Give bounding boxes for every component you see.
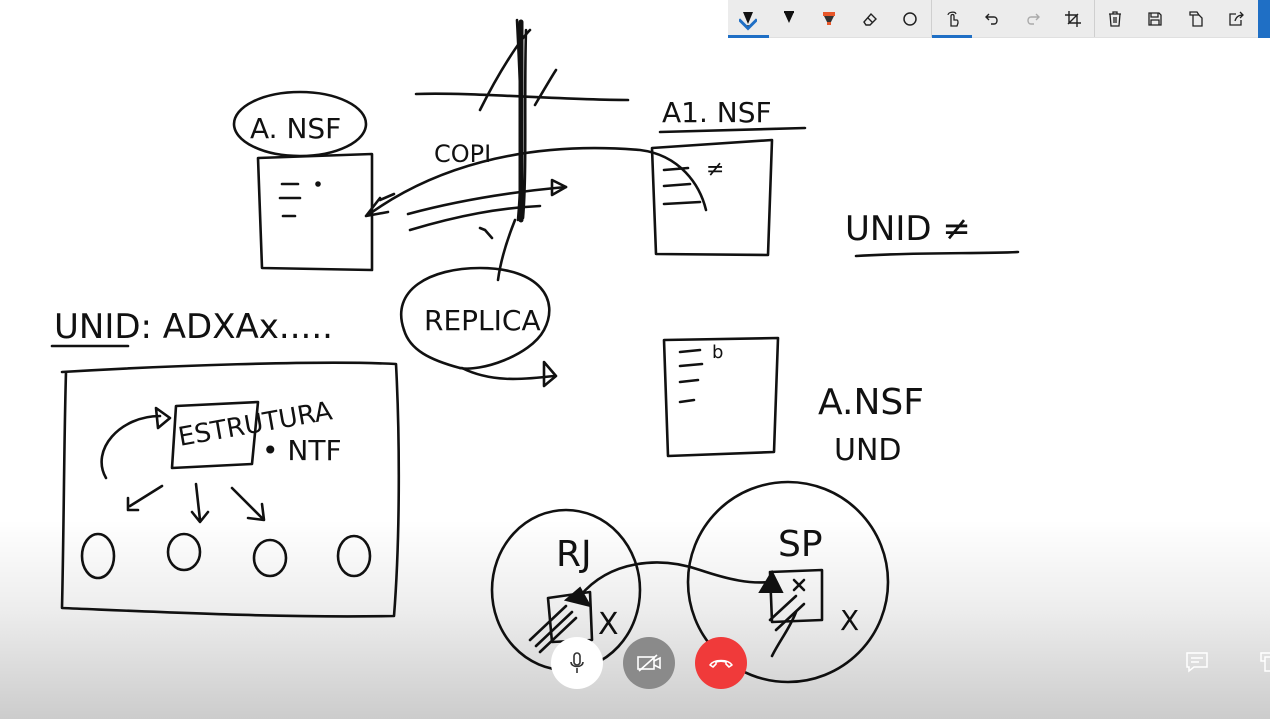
redo-icon (1027, 13, 1040, 25)
save-icon (1148, 12, 1162, 26)
copy-arrowhead-left (364, 196, 390, 218)
lasso-select-icon (903, 12, 917, 26)
rj-label: RJ (556, 534, 592, 575)
share-button[interactable] (1216, 0, 1257, 38)
copy-button[interactable] (1176, 0, 1217, 38)
doc-box-top-left (256, 152, 374, 272)
sp-label: SP (778, 524, 823, 565)
end-call-icon (709, 659, 733, 668)
a-nsf-top-label: A. NSF (250, 112, 341, 145)
unid-neq-underline (854, 250, 1020, 258)
und-label: UND (834, 433, 902, 468)
sp-x-mark: X (840, 604, 859, 637)
copy-icon (1189, 11, 1203, 27)
doc-middle-group: b (662, 336, 780, 458)
copi-label: COPI (434, 140, 491, 168)
arrow-down-right (230, 486, 266, 522)
loop-arrow (100, 414, 162, 480)
a-nsf-top-group: A. NSF (232, 90, 374, 272)
doc-b-mark: b (712, 342, 723, 363)
ballpoint-pen-button[interactable] (728, 0, 769, 38)
end-call-button[interactable] (695, 637, 747, 689)
toolbar-accent-bar (1258, 0, 1270, 38)
a1-nsf-label: A1. NSF (662, 96, 772, 129)
undo-icon (985, 13, 998, 25)
microphone-icon (570, 652, 584, 673)
ntf-label: • NTF (262, 434, 342, 467)
chat-icon (1186, 652, 1208, 673)
highlighter-button[interactable] (809, 0, 850, 38)
rj-x-mark: X (598, 607, 619, 642)
doc-lines (278, 182, 302, 218)
a-nsf-bottom-group: A.NSF UND (818, 382, 924, 468)
highlighter-icon (823, 12, 836, 25)
replica-group: REPLICA (399, 266, 558, 388)
lasso-select-button[interactable] (890, 0, 931, 38)
crop-icon (1065, 11, 1082, 27)
ink-toolbar (728, 0, 1270, 38)
delete-icon (1108, 11, 1121, 27)
rj-sp-connection (578, 561, 772, 598)
redo-button[interactable] (1013, 0, 1054, 38)
replica-label: REPLICA (424, 304, 541, 337)
chat-button[interactable] (1184, 650, 1210, 674)
whiteboard-screen: A. NSF COPI A1. NSF ≠ UNID ≠ REPLICA UNI… (0, 0, 1270, 719)
chevron-down-icon (739, 18, 758, 31)
arrow-down-left (126, 484, 164, 512)
eraser-button[interactable] (850, 0, 891, 38)
eraser-icon (862, 12, 877, 26)
structure-box-group: ESTRUTURA • NTF (60, 361, 401, 618)
crop-button[interactable] (1053, 0, 1094, 38)
camera-toggle-button[interactable] (623, 637, 675, 689)
unid-adx-group: UNID: ADXAx..... (50, 307, 333, 348)
unid-adx-label: UNID: ADXAx..... (54, 307, 333, 347)
pencil-icon (783, 11, 794, 23)
camera-off-icon (637, 654, 661, 672)
share-screen-icon (1260, 652, 1270, 672)
replica-arrow (460, 366, 556, 381)
a1-nsf-group: A1. NSF ≠ (650, 96, 807, 257)
ink-canvas[interactable]: A. NSF COPI A1. NSF ≠ UNID ≠ REPLICA UNI… (0, 0, 1270, 719)
arrow-down (190, 482, 210, 524)
microphone-button[interactable] (551, 637, 603, 689)
unid-neq-group: UNID ≠ (845, 209, 1020, 258)
a-nsf-bottom-label: A.NSF (818, 382, 924, 423)
touch-writing-icon (947, 11, 959, 27)
share-icon (1229, 11, 1245, 26)
save-button[interactable] (1135, 0, 1176, 38)
unid-neq-label: UNID ≠ (845, 209, 971, 249)
pencil-button[interactable] (769, 0, 810, 38)
a1-neq-mark: ≠ (706, 157, 724, 182)
structure-outer-box (60, 361, 401, 618)
undo-button[interactable] (972, 0, 1013, 38)
delete-button[interactable] (1095, 0, 1136, 38)
share-screen-button[interactable] (1254, 650, 1270, 674)
arrow-to-right (406, 185, 568, 216)
touch-writing-button[interactable] (931, 0, 973, 38)
